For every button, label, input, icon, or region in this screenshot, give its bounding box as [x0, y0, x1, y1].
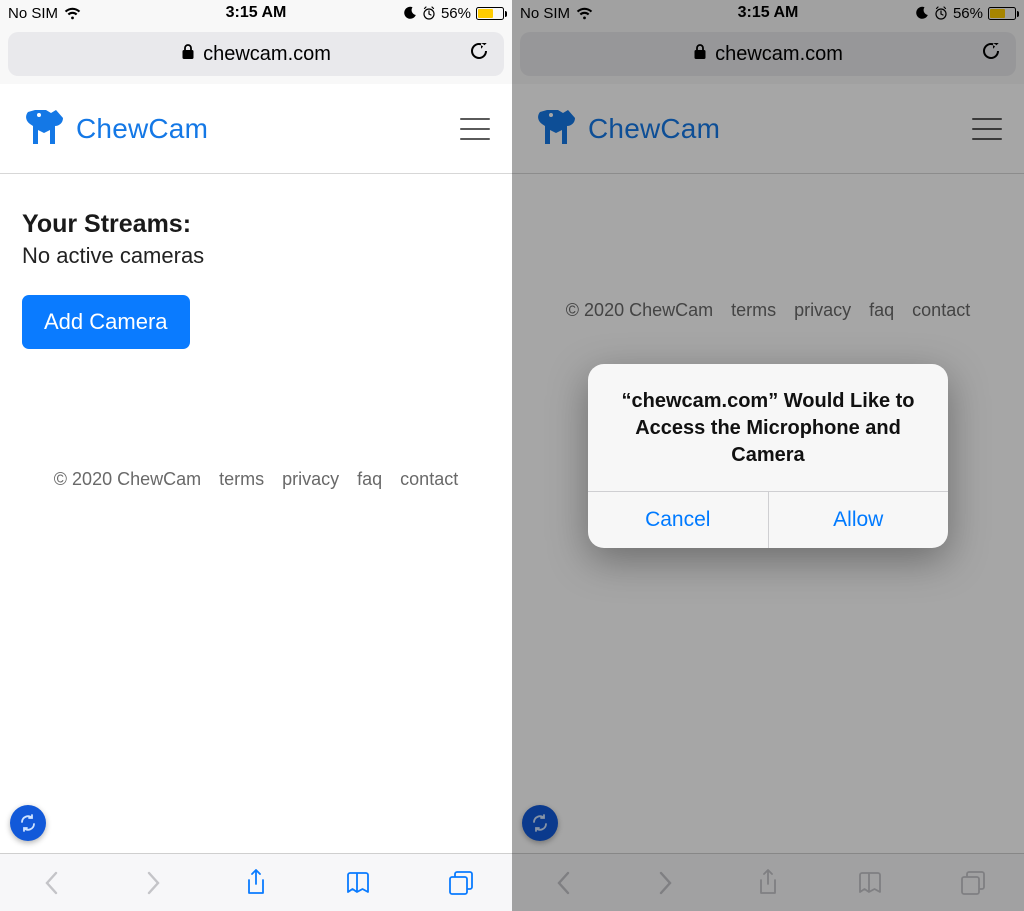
tabs-icon[interactable]	[446, 868, 476, 898]
permission-alert: “chewcam.com” Would Like to Access the M…	[588, 364, 948, 548]
footer-link-contact[interactable]: contact	[912, 300, 970, 321]
brand-name: ChewCam	[588, 113, 720, 145]
safari-toolbar	[512, 853, 1024, 911]
reload-icon[interactable]	[468, 40, 490, 68]
status-bar: No SIM 3:15 AM 56%	[512, 0, 1024, 26]
back-icon[interactable]	[548, 868, 578, 898]
phone-right: No SIM 3:15 AM 56% chewcam.com	[512, 0, 1024, 911]
footer-link-contact[interactable]: contact	[400, 469, 458, 490]
footer-link-privacy[interactable]: privacy	[794, 300, 851, 321]
clock: 3:15 AM	[512, 4, 1024, 22]
url-domain: chewcam.com	[203, 43, 331, 66]
battery-icon	[476, 7, 504, 20]
bookmarks-icon[interactable]	[343, 868, 373, 898]
clock: 3:15 AM	[0, 4, 512, 22]
footer-link-faq[interactable]: faq	[357, 469, 382, 490]
brand-name: ChewCam	[76, 113, 208, 145]
lock-icon	[693, 43, 707, 66]
reload-icon[interactable]	[980, 40, 1002, 68]
lock-icon	[181, 43, 195, 66]
share-icon[interactable]	[241, 868, 271, 898]
back-icon[interactable]	[36, 868, 66, 898]
footer-link-privacy[interactable]: privacy	[282, 469, 339, 490]
streams-heading: Your Streams:	[22, 210, 490, 239]
dog-icon	[22, 104, 70, 153]
forward-icon[interactable]	[651, 868, 681, 898]
footer-copyright: © 2020 ChewCam	[566, 300, 713, 321]
url-domain: chewcam.com	[715, 43, 843, 66]
phone-left: No SIM 3:15 AM 56% chewcam.com	[0, 0, 512, 911]
footer-link-terms[interactable]: terms	[731, 300, 776, 321]
add-camera-button[interactable]: Add Camera	[22, 295, 190, 349]
sync-fab[interactable]	[10, 805, 46, 841]
share-icon[interactable]	[753, 868, 783, 898]
footer-copyright: © 2020 ChewCam	[54, 469, 201, 490]
status-bar: No SIM 3:15 AM 56%	[0, 0, 512, 26]
app-header: ChewCam	[0, 84, 512, 174]
url-bar-container: chewcam.com	[0, 26, 512, 84]
app-header: ChewCam	[512, 84, 1024, 174]
alert-cancel-button[interactable]: Cancel	[588, 492, 769, 548]
footer-link-faq[interactable]: faq	[869, 300, 894, 321]
logo[interactable]: ChewCam	[534, 104, 720, 153]
main-content: Your Streams: No active cameras Add Came…	[0, 174, 512, 853]
battery-icon	[988, 7, 1016, 20]
streams-empty-msg: No active cameras	[22, 243, 490, 269]
tabs-icon[interactable]	[958, 868, 988, 898]
sync-fab[interactable]	[522, 805, 558, 841]
safari-toolbar	[0, 853, 512, 911]
footer: © 2020 ChewCam terms privacy faq contact	[22, 469, 490, 490]
url-bar[interactable]: chewcam.com	[520, 32, 1016, 76]
dog-icon	[534, 104, 582, 153]
logo[interactable]: ChewCam	[22, 104, 208, 153]
alert-message: “chewcam.com” Would Like to Access the M…	[588, 364, 948, 491]
url-bar-container: chewcam.com	[512, 26, 1024, 84]
footer-link-terms[interactable]: terms	[219, 469, 264, 490]
bookmarks-icon[interactable]	[855, 868, 885, 898]
forward-icon[interactable]	[139, 868, 169, 898]
alert-allow-button[interactable]: Allow	[769, 492, 949, 548]
footer: © 2020 ChewCam terms privacy faq contact	[534, 300, 1002, 321]
url-bar[interactable]: chewcam.com	[8, 32, 504, 76]
hamburger-icon[interactable]	[972, 118, 1002, 140]
hamburger-icon[interactable]	[460, 118, 490, 140]
